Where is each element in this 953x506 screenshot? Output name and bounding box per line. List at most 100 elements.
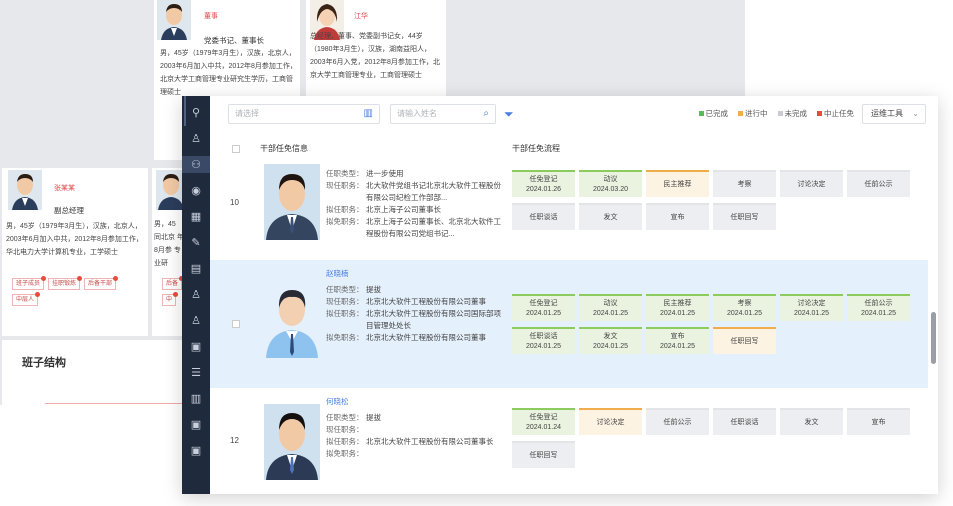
field-value: 北京北大软件工程股份有限公司董事 <box>366 297 486 306</box>
flow-step[interactable]: 动议 2024.01.25 <box>579 294 642 321</box>
edit-icon[interactable]: ✎ <box>189 234 203 251</box>
column-header-info: 干部任免信息 <box>260 144 308 153</box>
search-icon[interactable]: ⌕ <box>483 105 489 123</box>
flow-step-label: 讨论决定 <box>596 418 625 426</box>
field-value: 提拔 <box>366 413 381 422</box>
building-icon: ▥ <box>363 108 373 119</box>
book-icon[interactable]: ▥ <box>189 390 203 407</box>
flow-step[interactable]: 宣布 <box>646 203 709 230</box>
user-search-icon[interactable]: ⚇ <box>182 156 210 173</box>
flow-step[interactable]: 任职谈话 2024.01.25 <box>512 327 575 354</box>
cadre-name[interactable]: 何晓松 <box>326 396 349 407</box>
cadre-appointment-window: ⚲ ♙ ⚇ ◉ ▦ ✎ ▤ ♙ ♙ ▣ ☰ ▥ ▣ ▣ 请选择 ▥ 请输入姓名 … <box>182 96 938 494</box>
sidebar-scrollbar[interactable] <box>184 96 186 126</box>
profile-bio: 男，45 同北京 年8月参 专业研 <box>154 221 184 267</box>
flow-step[interactable]: 任职谈话 <box>512 203 575 230</box>
profile-card[interactable]: 张某某 副总经理 男，45岁（1979年3月生），汉族，北京人，2003年6月加… <box>2 168 148 336</box>
flow-step-label: 发文 <box>603 332 618 340</box>
flow-step-label: 宣布 <box>871 418 886 426</box>
field-label: 现任职务： <box>326 425 364 434</box>
legend-item: 已完成 <box>698 108 729 119</box>
table-scrollbar[interactable] <box>931 312 936 364</box>
flow-step[interactable]: 任前公示 <box>847 170 910 197</box>
tools-label: 运维工具 <box>871 109 903 118</box>
flow-step-label: 任前公示 <box>864 299 893 307</box>
unit-select-placeholder: 请选择 <box>235 109 259 118</box>
flow-step-date: 2024.01.25 <box>525 342 562 350</box>
flow-step[interactable]: 宣布 2024.01.25 <box>646 327 709 354</box>
legend-item: 未完成 <box>777 108 808 119</box>
flow-step[interactable]: 讨论决定 <box>579 408 642 435</box>
flow-step[interactable]: 任前公示 <box>646 408 709 435</box>
flow-step[interactable]: 考察 2024.01.25 <box>713 294 776 321</box>
flow-step[interactable]: 民主推荐 2024.01.25 <box>646 294 709 321</box>
flow-step[interactable]: 任免登记 2024.01.24 <box>512 408 575 435</box>
flow-step[interactable]: 任职回写 <box>512 441 575 468</box>
legend-label: 未完成 <box>784 109 808 118</box>
table-row[interactable]: 赵晓楠 任职类型： 提拔 现任职务： 北京北大软件工程股份有限公司董事 拟任职务：北… <box>210 260 928 388</box>
flow-step-label: 任免登记 <box>529 299 558 307</box>
tools-dropdown[interactable]: 运维工具 ⌄ <box>862 104 926 124</box>
flow-step[interactable]: 任职回写 <box>713 203 776 230</box>
flow-step-date: 2024.01.26 <box>525 185 562 193</box>
profile-name: 董事 <box>204 13 218 20</box>
profile-name: 张某某 <box>54 185 75 192</box>
grid-icon[interactable]: ▣ <box>189 442 203 459</box>
flow-step[interactable]: 任免登记 2024.01.26 <box>512 170 575 197</box>
field-value: 北京北大软件工程股份有限公司国际部项目管理处处长 <box>366 309 501 330</box>
field-label: 拟任职务： <box>326 309 364 318</box>
flow-step-label: 任免登记 <box>529 175 558 183</box>
flow-step-date: 2024.03.20 <box>592 185 629 193</box>
flow-step[interactable]: 发文 2024.01.25 <box>579 327 642 354</box>
select-all-checkbox[interactable] <box>232 145 240 153</box>
flow-step-label: 发文 <box>603 213 618 221</box>
flow-step-date: 2024.01.25 <box>726 309 763 317</box>
cadre-info: 任职类型： 提拔 现任职务： 拟任职务： 北京北大软件工程股份有限公司董事长 拟免职… <box>326 412 501 460</box>
flow-step[interactable]: 任职谈话 <box>713 408 776 435</box>
tag[interactable]: 中 <box>162 292 179 306</box>
tag[interactable]: 挂职锻炼 <box>48 276 83 290</box>
field-value: 北大软件党组书记北京北大软件工程股份有限公司纪检工作部部... <box>366 181 501 202</box>
org-chart-icon[interactable]: ⚲ <box>189 104 203 121</box>
field-label: 拟免职务： <box>326 217 364 226</box>
filter-icon[interactable]: ⏷ <box>504 107 514 122</box>
flow-step[interactable]: 民主推荐 <box>646 170 709 197</box>
user-icon[interactable]: ♙ <box>189 130 203 147</box>
flow-step[interactable]: 任前公示 2024.01.25 <box>847 294 910 321</box>
unit-select[interactable]: 请选择 ▥ <box>228 104 380 124</box>
flow-step-date: 2024.01.25 <box>592 342 629 350</box>
legend-label: 已完成 <box>705 109 729 118</box>
person-add-icon[interactable]: ♙ <box>189 312 203 329</box>
flow-step[interactable]: 任职回写 <box>713 327 776 354</box>
tag[interactable]: 后备 <box>162 276 185 290</box>
tag[interactable]: 后备干部 <box>84 276 119 290</box>
profile-card[interactable]: 江华 总经理、董事、党委副书记女，44岁（1980年3月生），汉族，湖南益阳人，… <box>306 0 446 98</box>
calendar-icon[interactable]: ▦ <box>189 208 203 225</box>
flow-step[interactable]: 讨论决定 2024.01.25 <box>780 294 843 321</box>
document-icon[interactable]: ▤ <box>189 260 203 277</box>
grid-icon[interactable]: ▣ <box>189 338 203 355</box>
flow-step[interactable]: 动议 2024.03.20 <box>579 170 642 197</box>
tag[interactable]: 中层人 <box>12 292 41 306</box>
table-row[interactable]: 10 任职类型： 进一步使用 现任职务： 北大软件党组书记北京北大软件工程股份有限公… <box>210 162 928 256</box>
legend-item: 进行中 <box>738 108 768 119</box>
tag[interactable]: 班子成员 <box>12 276 47 290</box>
flow-step[interactable]: 讨论决定 <box>780 170 843 197</box>
target-icon[interactable]: ◉ <box>189 182 203 199</box>
flow-step[interactable]: 发文 <box>780 408 843 435</box>
field-value <box>366 424 501 436</box>
list-icon[interactable]: ☰ <box>189 364 203 381</box>
flow-step[interactable]: 宣布 <box>847 408 910 435</box>
cadre-name[interactable]: 赵晓楠 <box>326 268 349 279</box>
grid-icon[interactable]: ▣ <box>189 416 203 433</box>
row-checkbox[interactable] <box>232 320 240 328</box>
flow-step[interactable]: 考察 <box>713 170 776 197</box>
table-row[interactable]: 12 何晓松 任职类型： 提拔 现任职务： 拟任职务： 北京北大软件工程股份有限公司… <box>210 392 928 494</box>
flow-step[interactable]: 发文 <box>579 203 642 230</box>
flow-step[interactable]: 任免登记 2024.01.25 <box>512 294 575 321</box>
name-search-placeholder: 请输入姓名 <box>397 109 437 118</box>
field-label: 任职类型： <box>326 169 364 178</box>
legend-swatch <box>698 111 704 116</box>
person-icon[interactable]: ♙ <box>189 286 203 303</box>
name-search-input[interactable]: 请输入姓名 ⌕ <box>390 104 496 124</box>
